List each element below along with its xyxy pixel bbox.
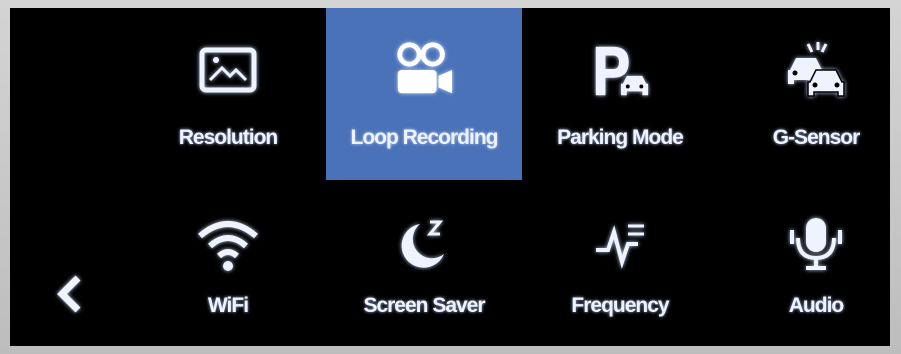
menu-item-g-sensor[interactable]: G-Sensor <box>718 8 890 180</box>
menu-item-label: Loop Recording <box>350 126 499 149</box>
menu-item-screen-saver[interactable]: Screen Saver <box>326 198 522 346</box>
microphone-icon <box>784 212 848 276</box>
menu-item-frequency[interactable]: Frequency <box>522 198 718 346</box>
menu-item-label: Parking Mode <box>557 126 684 149</box>
video-camera-icon <box>392 38 456 102</box>
menu-item-audio[interactable]: Audio <box>718 198 890 346</box>
menu-item-label: WiFi <box>207 294 249 317</box>
car-collision-icon <box>784 38 848 102</box>
frequency-wave-icon <box>588 212 652 276</box>
menu-item-wifi[interactable]: WiFi <box>130 198 326 346</box>
parking-car-icon <box>588 38 652 102</box>
menu-item-label: Resolution <box>178 126 279 149</box>
menu-item-resolution[interactable]: Resolution <box>130 8 326 180</box>
chevron-left-icon <box>56 274 84 319</box>
menu-item-label: Frequency <box>571 294 669 317</box>
menu-screen: Resolution Loop Recording Parking Mode G… <box>10 8 890 346</box>
wifi-icon <box>196 212 260 276</box>
menu-item-loop-recording[interactable]: Loop Recording <box>326 8 522 180</box>
menu-item-label: Screen Saver <box>363 294 485 317</box>
menu-item-parking-mode[interactable]: Parking Mode <box>522 8 718 180</box>
menu-item-label: Audio <box>788 294 844 317</box>
moon-sleep-icon <box>392 212 456 276</box>
back-button[interactable] <box>50 274 90 319</box>
image-icon <box>196 38 260 102</box>
menu-item-label: G-Sensor <box>772 126 861 149</box>
